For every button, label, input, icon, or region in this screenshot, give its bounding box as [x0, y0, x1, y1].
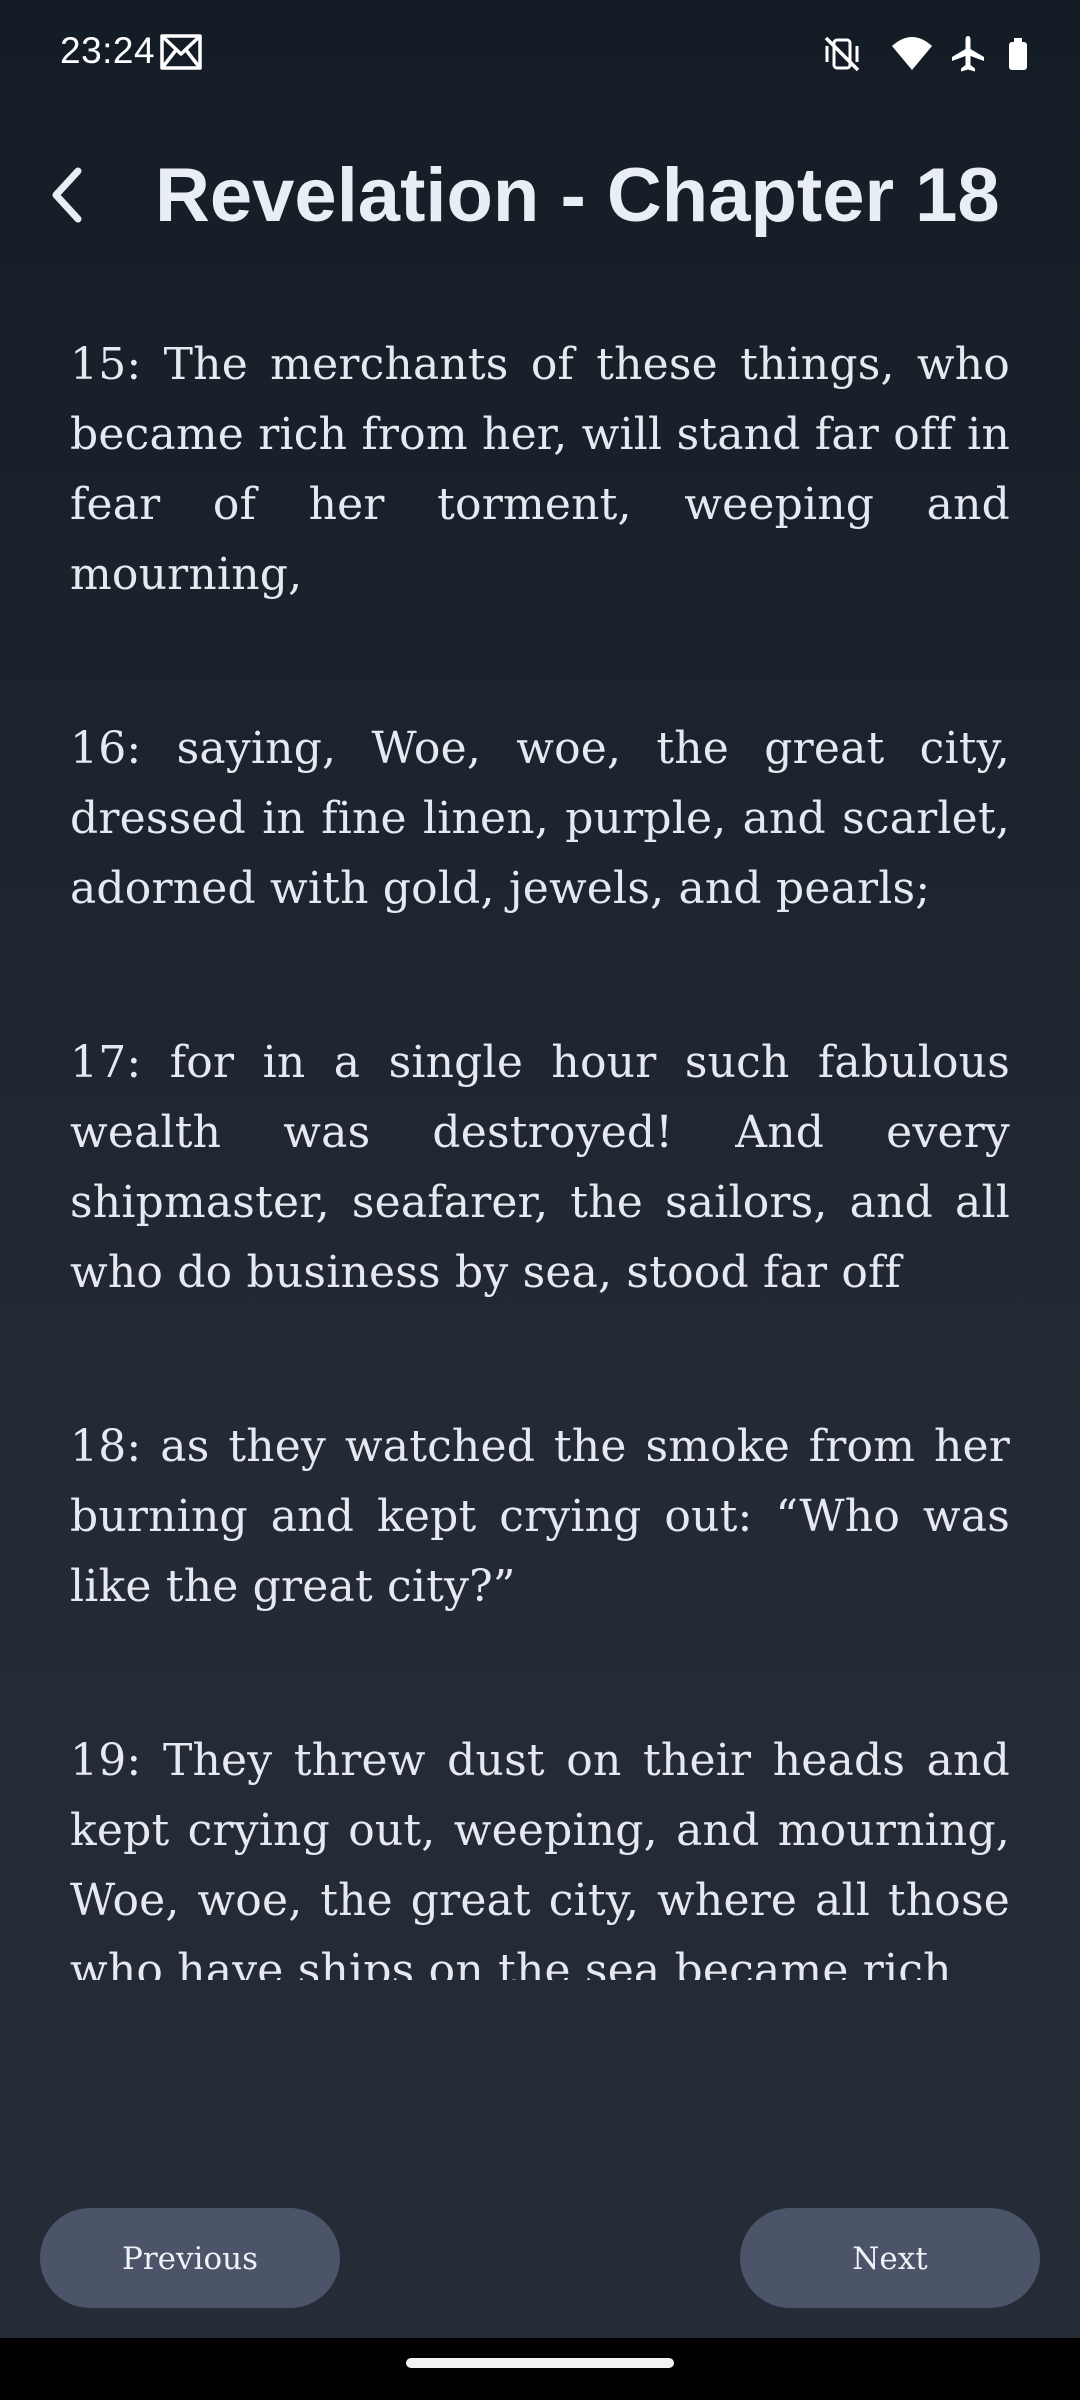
verse-15: 15: The merchants of these things, who b…: [70, 339, 1010, 600]
header: Revelation - Chapter 18: [0, 130, 1080, 260]
chapter-content[interactable]: 15: The merchants of these things, who b…: [70, 330, 1010, 1980]
home-indicator[interactable]: [406, 2358, 674, 2368]
page-title: Revelation - Chapter 18: [155, 153, 1000, 238]
back-button[interactable]: [30, 155, 110, 235]
chevron-left-icon: [52, 167, 82, 223]
verse-16: 16: saying, Woe, woe, the great city, dr…: [70, 723, 1010, 914]
previous-button[interactable]: Previous: [40, 2208, 340, 2308]
mail-icon: [160, 34, 202, 70]
navigation-bar: [0, 2338, 1080, 2400]
status-bar: 23:24: [0, 0, 1080, 110]
wifi-icon: [892, 37, 932, 70]
verse-17: 17: for in a single hour such fabulous w…: [70, 1037, 1010, 1298]
status-time: 23:24: [60, 30, 156, 71]
verse-19: 19: They threw dust on their heads and k…: [70, 1735, 1010, 1980]
verse-18: 18: as they watched the smoke from her b…: [70, 1421, 1010, 1612]
vibrate-off-icon: [824, 36, 860, 72]
battery-icon: [1009, 38, 1027, 70]
next-button[interactable]: Next: [740, 2208, 1040, 2308]
airplane-icon: [952, 36, 984, 72]
